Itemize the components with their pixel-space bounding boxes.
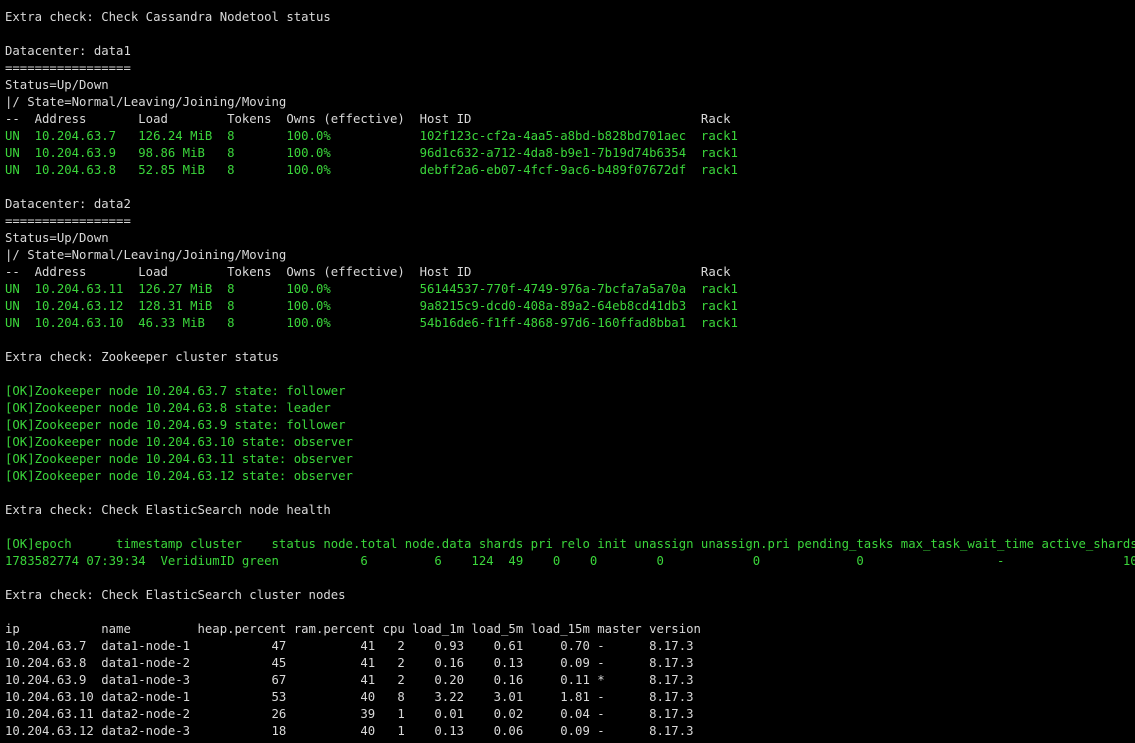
terminal-line: [OK]Zookeeper node 10.204.63.11 state: o… xyxy=(5,452,353,466)
terminal-line: UN 10.204.63.12 128.31 MiB 8 100.0% 9a82… xyxy=(5,299,738,313)
terminal-line: 10.204.63.9 data1-node-3 67 41 2 0.20 0.… xyxy=(5,673,694,687)
terminal-line: [OK]Zookeeper node 10.204.63.12 state: o… xyxy=(5,469,353,483)
terminal-line: Datacenter: data1 xyxy=(5,44,131,58)
terminal-line: Extra check: Check ElasticSearch cluster… xyxy=(5,588,346,602)
terminal-line: |/ State=Normal/Leaving/Joining/Moving xyxy=(5,248,287,262)
terminal-line: Status=Up/Down xyxy=(5,231,109,245)
terminal-line: UN 10.204.63.11 126.27 MiB 8 100.0% 5614… xyxy=(5,282,738,296)
terminal-line: [OK]Zookeeper node 10.204.63.7 state: fo… xyxy=(5,384,346,398)
terminal-line: Extra check: Check Cassandra Nodetool st… xyxy=(5,10,331,24)
terminal-line: UN 10.204.63.10 46.33 MiB 8 100.0% 54b16… xyxy=(5,316,738,330)
terminal-line: |/ State=Normal/Leaving/Joining/Moving xyxy=(5,95,287,109)
terminal-line: [OK]Zookeeper node 10.204.63.10 state: o… xyxy=(5,435,353,449)
terminal-line: [OK]Zookeeper node 10.204.63.8 state: le… xyxy=(5,401,331,415)
terminal-line: Status=Up/Down xyxy=(5,78,109,92)
terminal-line: -- Address Load Tokens Owns (effective) … xyxy=(5,112,731,126)
terminal-line: UN 10.204.63.9 98.86 MiB 8 100.0% 96d1c6… xyxy=(5,146,738,160)
terminal-line: 10.204.63.12 data2-node-3 18 40 1 0.13 0… xyxy=(5,724,694,738)
terminal-line: ================= xyxy=(5,61,131,75)
terminal-line: [OK]Zookeeper node 10.204.63.9 state: fo… xyxy=(5,418,346,432)
terminal-line: [OK]epoch timestamp cluster status node.… xyxy=(5,537,1135,551)
terminal-line: ================= xyxy=(5,214,131,228)
terminal-window[interactable]: Extra check: Check Cassandra Nodetool st… xyxy=(0,0,1135,743)
terminal-line: 1783582774 07:39:34 VeridiumID green 6 6… xyxy=(5,554,1135,568)
terminal-line: 10.204.63.10 data2-node-1 53 40 8 3.22 3… xyxy=(5,690,694,704)
terminal-line: UN 10.204.63.8 52.85 MiB 8 100.0% debff2… xyxy=(5,163,738,177)
terminal-line: Extra check: Zookeeper cluster status xyxy=(5,350,279,364)
terminal-line: UN 10.204.63.7 126.24 MiB 8 100.0% 102f1… xyxy=(5,129,738,143)
terminal-line: 10.204.63.7 data1-node-1 47 41 2 0.93 0.… xyxy=(5,639,694,653)
terminal-line: Extra check: Check ElasticSearch node he… xyxy=(5,503,331,517)
terminal-line: 10.204.63.11 data2-node-2 26 39 1 0.01 0… xyxy=(5,707,694,721)
terminal-line: 10.204.63.8 data1-node-2 45 41 2 0.16 0.… xyxy=(5,656,694,670)
terminal-line: -- Address Load Tokens Owns (effective) … xyxy=(5,265,731,279)
terminal-line: ip name heap.percent ram.percent cpu loa… xyxy=(5,622,701,636)
terminal-line: Datacenter: data2 xyxy=(5,197,131,211)
